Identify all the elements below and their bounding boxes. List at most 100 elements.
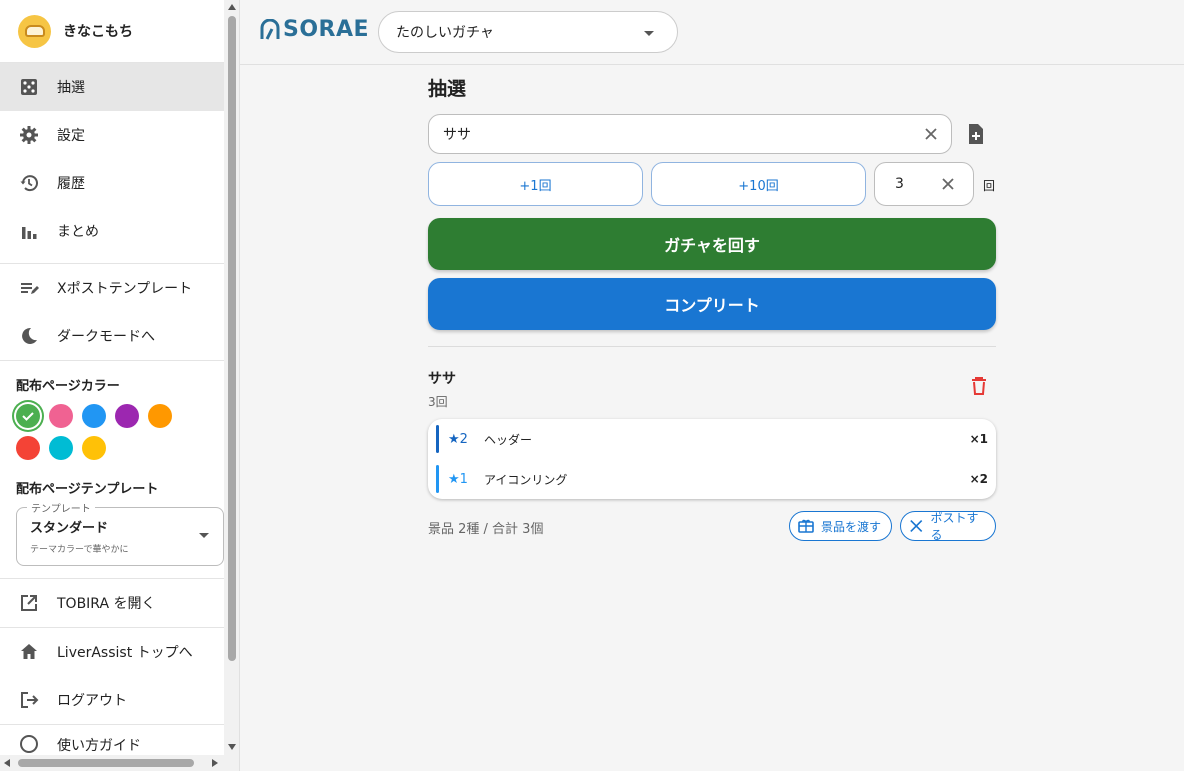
nav-item-history[interactable]: 履歴 (0, 159, 224, 207)
nav-label: LiverAssist トップへ (57, 645, 193, 661)
trash-icon[interactable] (971, 377, 987, 395)
prize-summary: 景品 2種 / 合計 3個 (428, 522, 544, 537)
nav-item-settings[interactable]: 設定 (0, 111, 224, 159)
scrollbar-thumb[interactable] (228, 16, 236, 661)
scroll-down-arrow-icon[interactable] (228, 744, 236, 750)
nav-item-x-post-template[interactable]: Xポストテンプレート (0, 264, 224, 312)
prize-name: ヘッダー (484, 432, 533, 447)
prize-quantity: ×1 (969, 432, 988, 446)
template-section-title: 配布ページテンプレート (16, 482, 159, 497)
count-input-value: 3 (895, 176, 904, 192)
nav-item-open-tobira[interactable]: TOBIRA を開く (0, 579, 224, 627)
scroll-right-arrow-icon[interactable] (212, 759, 218, 767)
post-label: ポストする (930, 511, 979, 542)
x-logo-icon (910, 519, 923, 533)
chevron-down-icon (644, 31, 654, 36)
prize-list: ★2 ヘッダー ×1 ★1 アイコンリング ×2 (428, 419, 996, 499)
link-nav: LiverAssist トップへ ログアウト (0, 628, 224, 724)
gacha-select[interactable]: たのしいガチャ (378, 11, 678, 53)
color-swatches (0, 394, 200, 460)
template-select-label: テンプレート (27, 500, 95, 515)
draw-panel: 抽選 ササ +1回 +10回 3 回 ガチャを回す コンプリート ササ 3回 ★… (428, 66, 996, 553)
nav-label: ログアウト (57, 693, 127, 709)
avatar (18, 14, 51, 48)
scroll-up-arrow-icon[interactable] (228, 4, 236, 10)
prize-name: アイコンリング (484, 472, 568, 487)
close-icon[interactable] (923, 126, 939, 142)
color-swatch[interactable] (16, 404, 40, 428)
nav-label: TOBIRA を開く (57, 596, 156, 612)
scrollbar-thumb[interactable] (18, 759, 194, 767)
nav-item-liverassist-top[interactable]: LiverAssist トップへ (0, 628, 224, 676)
link-nav: TOBIRA を開く (0, 579, 224, 627)
color-swatch[interactable] (115, 404, 139, 428)
color-swatch[interactable] (16, 436, 40, 460)
name-input[interactable]: ササ (428, 114, 952, 154)
color-section-title: 配布ページカラー (16, 379, 120, 394)
app-logo[interactable]: SORAE (259, 17, 369, 42)
give-prize-label: 景品を渡す (821, 519, 882, 534)
link-nav: 使い方ガイド (0, 725, 224, 755)
nav-label: まとめ (57, 224, 99, 240)
moon-icon (18, 325, 40, 347)
nav-item-dark-mode[interactable]: ダークモードへ (0, 312, 224, 360)
color-swatch[interactable] (82, 436, 106, 460)
count-input[interactable]: 3 (874, 162, 974, 206)
nav-item-summary[interactable]: まとめ (0, 207, 224, 255)
open-external-icon (18, 592, 40, 614)
gift-card-icon (798, 519, 814, 533)
home-icon (18, 641, 40, 663)
count-unit: 回 (983, 179, 996, 193)
nav-label: Xポストテンプレート (57, 281, 193, 297)
user-header[interactable]: きなこもち (0, 0, 224, 63)
color-swatch[interactable] (82, 404, 106, 428)
nav-item-logout[interactable]: ログアウト (0, 676, 224, 724)
nav-label: ダークモードへ (57, 329, 155, 345)
check-icon (22, 412, 34, 421)
nav-item-guide[interactable]: 使い方ガイド (0, 725, 224, 755)
help-icon (18, 733, 40, 755)
spin-gacha-button[interactable]: ガチャを回す (428, 218, 996, 270)
color-swatch[interactable] (49, 404, 73, 428)
dice-icon (18, 76, 40, 98)
history-icon (18, 172, 40, 194)
nav-item-draw[interactable]: 抽選 (0, 63, 224, 111)
plus-1-button[interactable]: +1回 (428, 162, 643, 206)
scroll-left-arrow-icon[interactable] (4, 759, 10, 767)
logo-text: SORAE (283, 17, 370, 42)
bar-chart-icon (18, 220, 40, 242)
prize-rank-bar (436, 465, 439, 493)
chevron-down-icon (199, 533, 209, 538)
nav-label: 抽選 (57, 80, 85, 96)
template-select-value: スタンダード (30, 521, 109, 536)
color-swatch[interactable] (148, 404, 172, 428)
horizontal-scrollbar[interactable] (0, 755, 224, 771)
count-row: +1回 +10回 3 回 (428, 162, 996, 206)
user-name: きなこもち (63, 24, 133, 40)
name-input-row: ササ (428, 114, 996, 154)
nav-label: 設定 (57, 128, 85, 144)
result-user-name: ササ (428, 371, 456, 387)
sidebar: きなこもち 抽選 設定 履歴 まとめ Xポストテンプレート ダークモードへ 配布… (0, 0, 240, 771)
logout-icon (18, 689, 40, 711)
prize-rank: ★2 (448, 431, 468, 447)
gacha-select-value: たのしいガチャ (396, 25, 494, 41)
result-count: 3回 (428, 395, 448, 409)
add-document-icon[interactable] (966, 123, 986, 145)
complete-button[interactable]: コンプリート (428, 278, 996, 330)
plus-10-button[interactable]: +10回 (651, 162, 866, 206)
post-button[interactable]: ポストする (900, 511, 996, 542)
close-icon[interactable] (941, 177, 955, 191)
vertical-scrollbar[interactable] (224, 0, 239, 771)
edit-list-icon (18, 277, 40, 299)
prize-rank: ★1 (448, 471, 468, 487)
name-input-value: ササ (443, 127, 471, 143)
top-header: SORAE たのしいガチャ (240, 0, 1184, 65)
give-prize-button[interactable]: 景品を渡す (789, 511, 893, 541)
prize-rank-bar (436, 425, 439, 453)
color-swatch[interactable] (49, 436, 73, 460)
prize-row: ★2 ヘッダー ×1 (428, 424, 996, 454)
template-select[interactable]: テンプレート スタンダード テーマカラーで華やかに (16, 500, 224, 566)
nav-label: 履歴 (57, 176, 85, 192)
logo-mark-icon (260, 18, 280, 40)
